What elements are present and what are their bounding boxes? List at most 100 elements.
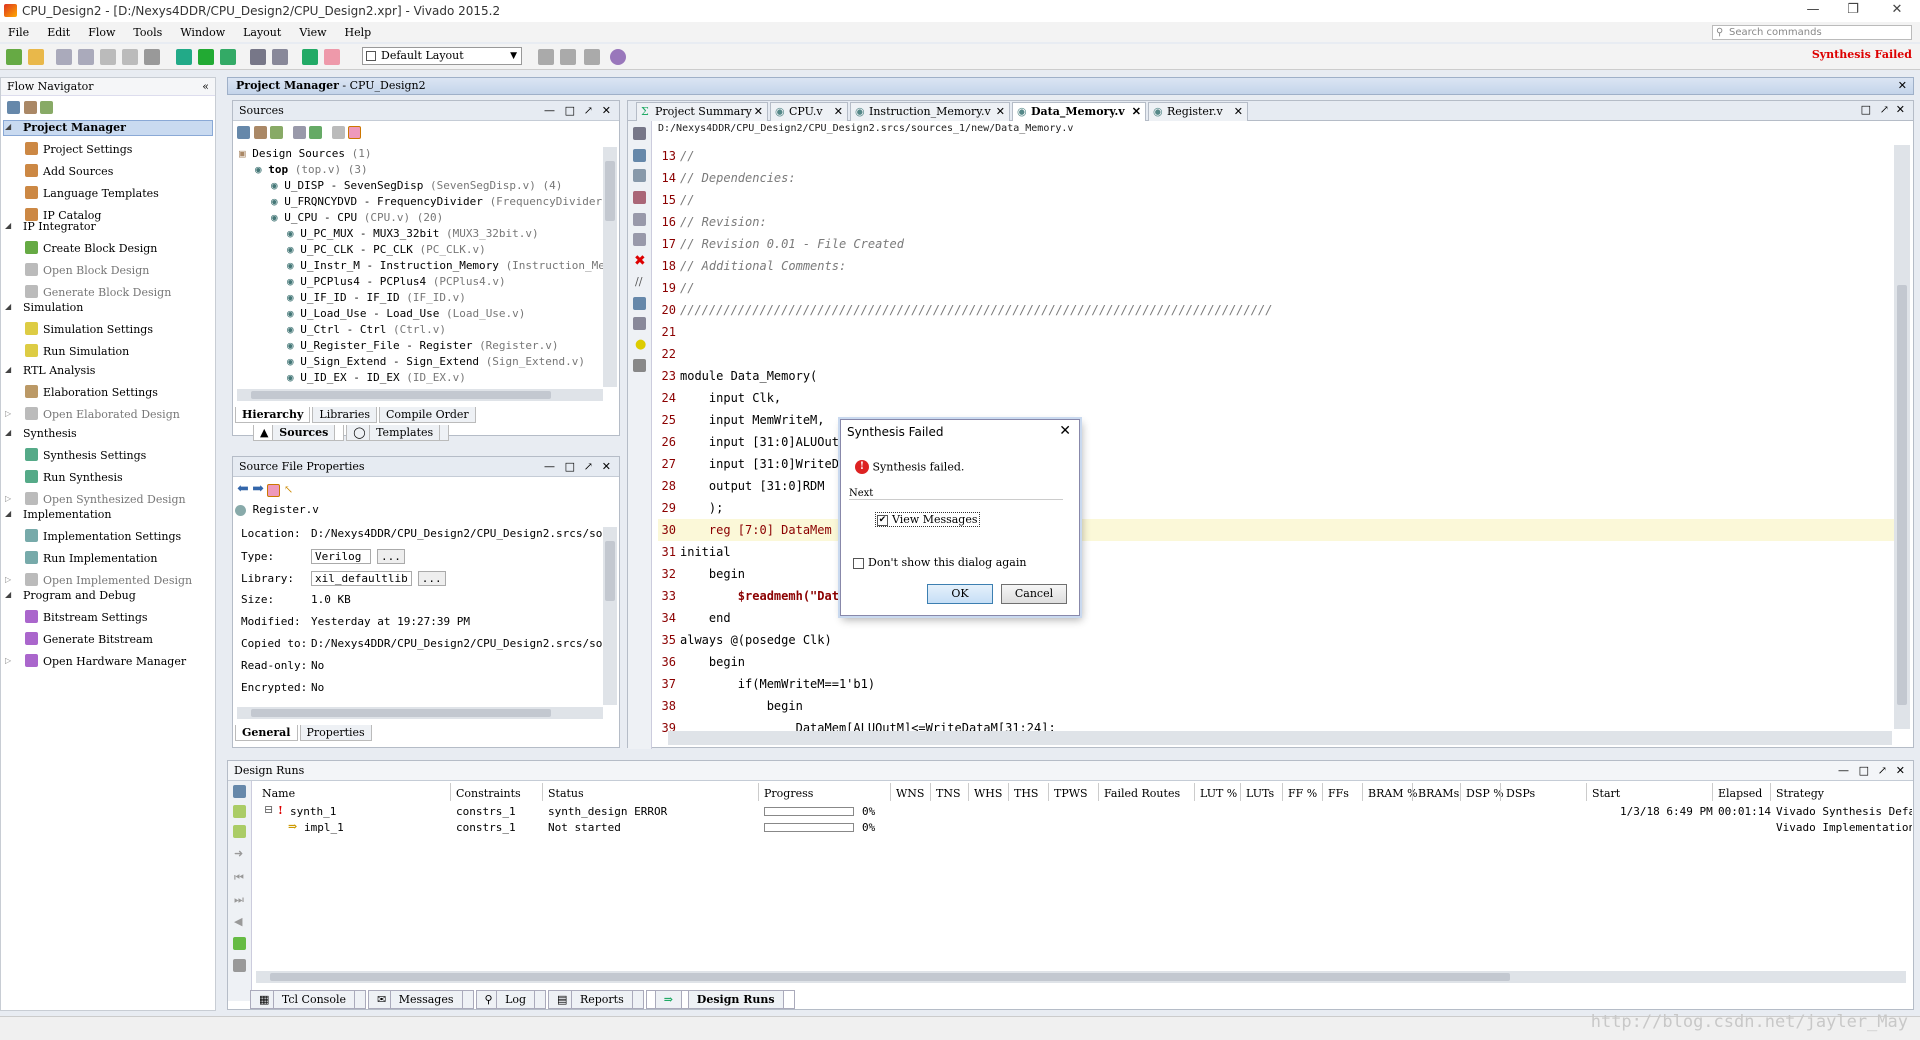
column-header[interactable]: Start xyxy=(1592,787,1620,800)
flow-item-open-elaborated-design[interactable]: Open Elaborated Design ▷ xyxy=(5,407,180,421)
flow-section-implementation[interactable]: Implementation xyxy=(23,508,112,521)
undo-icon[interactable] xyxy=(633,169,646,182)
insert-template-icon[interactable] xyxy=(633,359,646,372)
menu-help[interactable]: Help xyxy=(345,26,372,39)
tree-item[interactable]: ◉ U_ID_EX - ID_EX (ID_EX.v) xyxy=(287,371,466,384)
flow-item-implementation-settings[interactable]: Implementation Settings xyxy=(25,529,181,543)
mark-icon[interactable] xyxy=(560,49,576,65)
flow-section-program-and-debug[interactable]: Program and Debug xyxy=(23,589,136,602)
column-header[interactable]: TPWS xyxy=(1054,787,1088,800)
float-icon[interactable]: ↗ xyxy=(1878,761,1887,781)
column-header[interactable]: THS xyxy=(1014,787,1038,800)
float-icon[interactable]: ↗ xyxy=(584,101,593,121)
flow-item-generate-bitstream[interactable]: Generate Bitstream xyxy=(25,632,153,646)
tab-messages[interactable]: ✉ Messages xyxy=(367,990,474,1009)
property-value[interactable]: Verilog xyxy=(311,549,371,564)
layout-select[interactable]: Default Layout ▼ xyxy=(362,47,522,65)
dialog-close-button[interactable]: ✕ xyxy=(1059,423,1071,439)
ip-icon[interactable] xyxy=(324,49,340,65)
column-header[interactable]: TNS xyxy=(936,787,961,800)
maximize-icon[interactable]: □ xyxy=(1861,103,1871,116)
column-header[interactable]: BRAMs xyxy=(1418,787,1459,800)
flow-section-simulation[interactable]: Simulation xyxy=(23,301,83,314)
comment-icon[interactable]: // xyxy=(635,275,642,288)
menu-file[interactable]: File xyxy=(8,26,29,39)
column-header[interactable]: LUT % xyxy=(1200,787,1237,800)
column-header[interactable]: DSPs xyxy=(1506,787,1535,800)
new-project-icon[interactable] xyxy=(6,49,22,65)
flow-item-create-block-design[interactable]: Create Block Design xyxy=(25,241,157,255)
tab-instruction-memory-v[interactable]: ◉ Instruction_Memory.v ✕ xyxy=(850,102,1010,121)
prev-icon[interactable]: ◀ xyxy=(234,915,242,928)
float-icon[interactable]: ↗ xyxy=(1880,103,1889,116)
tree-item[interactable]: ◉ U_PCPlus4 - PCPlus4 (PCPlus4.v) xyxy=(287,275,506,288)
sources-hscroll[interactable] xyxy=(237,389,603,401)
column-header[interactable]: Status xyxy=(548,787,584,800)
flow-item-add-sources[interactable]: Add Sources xyxy=(25,164,113,178)
expand-arrow-icon[interactable]: ◢ xyxy=(5,365,11,374)
settings-icon[interactable] xyxy=(267,483,281,497)
expand-arrow-icon[interactable]: ▷ xyxy=(5,494,11,503)
menu-layout[interactable]: Layout xyxy=(243,26,281,39)
tab-log[interactable]: ⚲ Log xyxy=(475,990,547,1009)
column-header[interactable]: FFs xyxy=(1328,787,1349,800)
view-messages-checkbox[interactable]: ✔ View Messages xyxy=(875,512,980,527)
expand-all-icon[interactable] xyxy=(253,125,267,139)
column-header[interactable]: LUTs xyxy=(1246,787,1274,800)
flow-item-elaboration-settings[interactable]: Elaboration Settings xyxy=(25,385,158,399)
flow-item-language-templates[interactable]: Language Templates xyxy=(25,186,159,200)
forward-arrow-icon[interactable]: ➡ xyxy=(252,481,264,497)
tab-data-memory-v[interactable]: ◉ Data_Memory.v ✕ xyxy=(1012,102,1146,121)
undo-icon[interactable] xyxy=(78,49,94,65)
hierarchy-update-icon[interactable] xyxy=(309,125,322,139)
lightbulb-icon[interactable]: ● xyxy=(635,337,646,352)
search-commands-input[interactable]: ⚲ Search commands xyxy=(1712,25,1912,40)
flow-item-run-synthesis[interactable]: Run Synthesis xyxy=(25,470,123,484)
save-icon[interactable] xyxy=(56,49,72,65)
menu-view[interactable]: View xyxy=(299,26,326,39)
tree-item[interactable]: ◉ U_FRQNCYDVD - FrequencyDivider (Freque… xyxy=(271,195,603,208)
menu-window[interactable]: Window xyxy=(180,26,225,39)
expand-arrow-icon[interactable]: ◢ xyxy=(5,428,11,437)
flow-item-generate-block-design[interactable]: Generate Block Design xyxy=(25,285,171,299)
settings-icon[interactable] xyxy=(348,125,361,139)
pointer-icon[interactable] xyxy=(584,49,600,65)
flow-item-open-implemented-design[interactable]: Open Implemented Design ▷ xyxy=(5,573,192,587)
search-icon[interactable] xyxy=(237,125,250,139)
run-implementation-icon[interactable] xyxy=(220,49,236,65)
menu-edit[interactable]: Edit xyxy=(47,26,70,39)
first-icon[interactable]: ⏮ xyxy=(234,871,244,885)
close-icon[interactable]: ✕ xyxy=(834,103,843,121)
close-icon[interactable]: ✕ xyxy=(1896,761,1905,781)
tree-item[interactable]: ◉ U_PC_MUX - MUX3_32bit (MUX3_32bit.v) xyxy=(287,227,539,240)
column-header[interactable]: WNS xyxy=(896,787,924,800)
editor-vscroll[interactable] xyxy=(1894,145,1910,729)
collapse-tree-icon[interactable]: ⊟ xyxy=(264,803,273,816)
minimize-icon[interactable]: — xyxy=(544,457,555,477)
close-icon[interactable]: ✕ xyxy=(754,103,763,121)
flow-section-project-manager[interactable]: Project Manager xyxy=(23,121,126,134)
add-run-icon[interactable] xyxy=(233,937,246,950)
expand-arrow-icon[interactable]: ◢ xyxy=(5,302,11,311)
props-vscroll[interactable] xyxy=(603,527,617,705)
tree-item[interactable]: ◉ U_DISP - SevenSegDisp (SevenSegDisp.v)… xyxy=(271,179,562,192)
close-icon[interactable]: ✕ xyxy=(1896,103,1905,116)
close-icon[interactable]: ✕ xyxy=(1898,78,1907,94)
last-icon[interactable]: ⏭ xyxy=(234,893,244,907)
flow-item-open-synthesized-design[interactable]: Open Synthesized Design ▷ xyxy=(5,492,186,506)
tree-item[interactable]: ◉ U_CPU - CPU (CPU.v) (20) xyxy=(271,211,443,224)
cut-icon[interactable] xyxy=(633,191,646,204)
expand-arrow-icon[interactable]: ◢ xyxy=(5,221,11,230)
run-simulation-icon[interactable] xyxy=(176,49,192,65)
tab-tcl-console[interactable]: ▦ Tcl Console xyxy=(250,990,366,1009)
tree-item[interactable]: ◉ U_Load_Use - Load_Use (Load_Use.v) xyxy=(287,307,525,320)
minimize-icon[interactable]: — xyxy=(544,101,555,121)
tree-item[interactable]: ▣ Design Sources (1) xyxy=(239,147,371,160)
tab-libraries[interactable]: Libraries xyxy=(312,407,378,423)
reset-icon[interactable] xyxy=(233,959,246,972)
flow-item-open-hardware-manager[interactable]: Open Hardware Manager ▷ xyxy=(5,654,186,668)
column-header[interactable]: Constraints xyxy=(456,787,521,800)
copy-icon[interactable] xyxy=(633,213,646,226)
expand-arrow-icon[interactable]: ▷ xyxy=(5,656,11,665)
column-header[interactable]: Failed Routes xyxy=(1104,787,1180,800)
